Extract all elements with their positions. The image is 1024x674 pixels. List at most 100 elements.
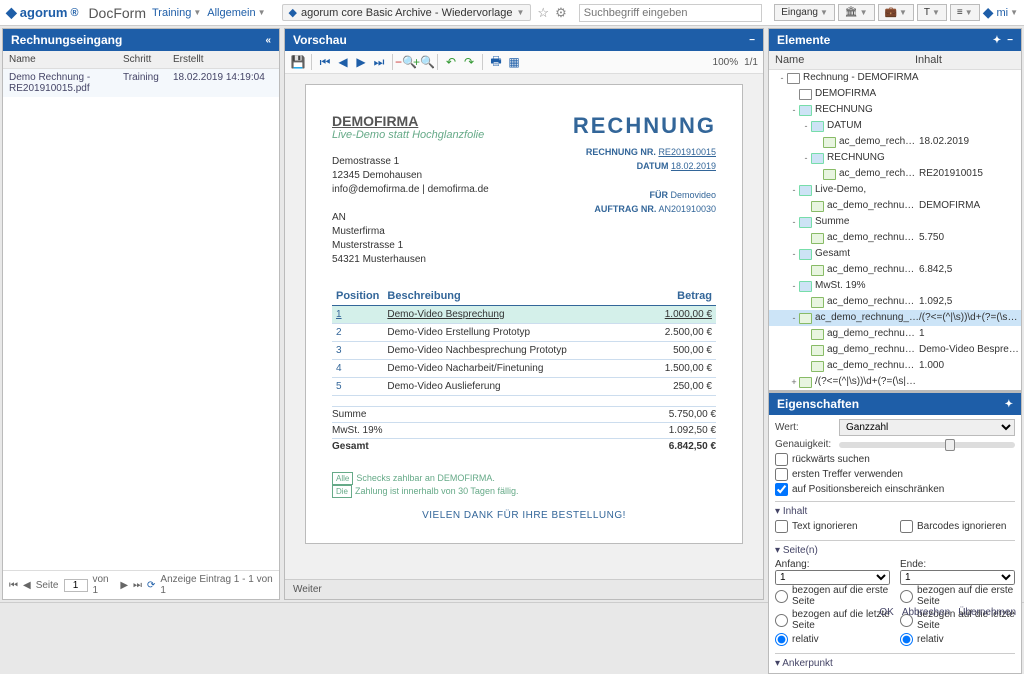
tree-row[interactable]: -ac_demo_rechnung_positionen/(?<=(^|\s))… bbox=[769, 310, 1021, 326]
doc-items-table: Position Beschreibung Betrag 1Demo-Video… bbox=[332, 287, 716, 396]
search-input[interactable] bbox=[579, 4, 763, 22]
zoom-in-icon[interactable]: +🔍 bbox=[416, 54, 432, 70]
anfang-select[interactable]: 1 bbox=[775, 570, 890, 585]
rotate-left-icon[interactable]: ↶ bbox=[443, 54, 459, 70]
zoom-out-icon[interactable]: −🔍 bbox=[398, 54, 414, 70]
logo-button[interactable]: ◆ bbox=[983, 4, 994, 21]
page-next-icon[interactable]: ▶ bbox=[120, 580, 128, 591]
chk-positionsbereich[interactable] bbox=[775, 483, 788, 496]
tree-row[interactable]: -Rechnung - DEMOFIRMA bbox=[769, 70, 1021, 86]
page-first-icon[interactable]: ⏮ bbox=[9, 580, 18, 591]
tree-row[interactable]: ag_demo_rechnung_pos_bezeichnungDemo-Vid… bbox=[769, 342, 1021, 358]
tree-row[interactable]: ac_demo_rechnung_datum18.02.2019 bbox=[769, 134, 1021, 150]
col-step[interactable]: Schritt bbox=[123, 54, 173, 65]
minimize-icon[interactable]: − bbox=[1007, 35, 1013, 46]
tree-row[interactable]: ac_demo_rechnung_kreditorDEMOFIRMA bbox=[769, 198, 1021, 214]
breadcrumb[interactable]: ◆ agorum core Basic Archive - Wiedervorl… bbox=[282, 4, 532, 21]
weiter-button[interactable]: Weiter bbox=[285, 579, 763, 599]
tree-row[interactable]: -RECHNUNG bbox=[769, 150, 1021, 166]
page-input[interactable] bbox=[64, 579, 88, 592]
text-button[interactable]: T▼ bbox=[917, 4, 947, 21]
tree-toggle-icon[interactable]: - bbox=[789, 247, 799, 261]
cancel-button[interactable]: Abbrechen bbox=[902, 607, 950, 618]
chk-text-ignorieren[interactable] bbox=[775, 520, 788, 533]
fieldset-ankerpunkt[interactable]: ▾ Ankerpunkt bbox=[775, 658, 1015, 669]
tree-row[interactable]: +/(?<=(^|\s))\d+(?=(\s|$))/ bbox=[769, 374, 1021, 390]
tree-row[interactable]: ac_demo_rechnung_pos_betrag1.000 bbox=[769, 358, 1021, 374]
table-row[interactable]: Demo Rechnung - RE201910015.pdfTraining1… bbox=[3, 69, 279, 97]
tree-row[interactable]: -MwSt. 19% bbox=[769, 278, 1021, 294]
radio-anfang-erste[interactable] bbox=[775, 590, 788, 603]
apply-button[interactable]: Übernehmen bbox=[958, 607, 1016, 618]
help-icon[interactable]: ✦ bbox=[993, 35, 1001, 46]
menu-allgemein[interactable]: Allgemein▼ bbox=[207, 7, 265, 19]
page-prev-icon[interactable]: ◀ bbox=[23, 580, 31, 591]
briefcase-button[interactable]: 💼▼ bbox=[878, 4, 914, 21]
refresh-icon[interactable]: ⟳ bbox=[147, 580, 155, 591]
ok-button[interactable]: OK bbox=[879, 607, 893, 618]
tree-row[interactable]: ac_demo_rechnung_betrag_netto5.750 bbox=[769, 230, 1021, 246]
wert-select[interactable]: Ganzzahl bbox=[839, 419, 1015, 436]
eingang-button[interactable]: Eingang▼ bbox=[774, 4, 835, 21]
tree-row[interactable]: -RECHNUNG bbox=[769, 102, 1021, 118]
building-button[interactable]: 🏛▼ bbox=[838, 4, 875, 21]
gear-icon[interactable]: ⚙ bbox=[555, 5, 567, 21]
save-icon[interactable]: 💾 bbox=[290, 54, 306, 70]
prev-page-icon[interactable]: ◀ bbox=[335, 54, 351, 70]
tree-toggle-icon[interactable]: - bbox=[789, 279, 799, 293]
grid-icon[interactable]: ▦ bbox=[506, 54, 522, 70]
tree-toggle-icon[interactable]: - bbox=[789, 215, 799, 229]
tree-row[interactable]: DEMOFIRMA bbox=[769, 86, 1021, 102]
minimize-icon[interactable]: − bbox=[749, 35, 755, 46]
tree-row[interactable]: ac_demo_rechnung_betrag_mwst1.092,5 bbox=[769, 294, 1021, 310]
next-page-icon[interactable]: ▶ bbox=[353, 54, 369, 70]
radio-anfang-letzte[interactable] bbox=[775, 614, 788, 627]
first-page-icon[interactable]: ⏮ bbox=[317, 54, 333, 70]
field-icon bbox=[811, 297, 824, 308]
tree-row[interactable]: -DATUM bbox=[769, 118, 1021, 134]
radio-anfang-relativ[interactable] bbox=[775, 633, 788, 646]
list-button[interactable]: ≡▼ bbox=[950, 4, 980, 21]
tree-toggle-icon[interactable]: - bbox=[777, 71, 787, 85]
tree-row[interactable]: -Summe bbox=[769, 214, 1021, 230]
col-name[interactable]: Name bbox=[9, 54, 123, 65]
column-headers: Name Inhalt bbox=[769, 51, 1021, 70]
fieldset-inhalt[interactable]: ▾ Inhalt bbox=[775, 506, 1015, 517]
col-name[interactable]: Name bbox=[775, 54, 915, 66]
user-menu[interactable]: mi▼ bbox=[996, 7, 1018, 19]
page-last-icon[interactable]: ⏭ bbox=[133, 580, 142, 591]
chk-barcodes-ignorieren[interactable] bbox=[900, 520, 913, 533]
tree-row[interactable]: ac_demo_rechnung_nummerRE201910015 bbox=[769, 166, 1021, 182]
tree-row[interactable]: -Gesamt bbox=[769, 246, 1021, 262]
th-position: Position bbox=[332, 287, 383, 306]
genauigkeit-slider[interactable] bbox=[839, 442, 1015, 448]
tree-toggle-icon[interactable]: - bbox=[789, 311, 799, 325]
print-icon[interactable]: 🖶 bbox=[488, 54, 504, 70]
tree-toggle-icon[interactable]: + bbox=[789, 375, 799, 389]
ankerpunkt-grid bbox=[775, 672, 1015, 673]
tree-row[interactable]: ac_demo_rechnung_betrag_brutto6.842,5 bbox=[769, 262, 1021, 278]
menu-training[interactable]: Training▼ bbox=[152, 7, 201, 19]
star-icon[interactable]: ☆ bbox=[537, 5, 549, 21]
preview-body[interactable]: DEMOFIRMA Live-Demo statt Hochglanzfolie… bbox=[285, 74, 763, 579]
chk-ersten-treffer[interactable] bbox=[775, 468, 788, 481]
radio-ende-erste[interactable] bbox=[900, 590, 913, 603]
ende-select[interactable]: 1 bbox=[900, 570, 1015, 585]
chk-rueckwaerts[interactable] bbox=[775, 453, 788, 466]
field-icon bbox=[811, 361, 824, 372]
tree-toggle-icon[interactable]: - bbox=[801, 151, 811, 165]
last-page-icon[interactable]: ⏭ bbox=[371, 54, 387, 70]
tree-row[interactable]: ag_demo_rechnung_pos_nummer1 bbox=[769, 326, 1021, 342]
doc-tagline: Live-Demo statt Hochglanzfolie bbox=[332, 129, 489, 141]
collapse-icon[interactable]: « bbox=[265, 35, 271, 46]
tree-toggle-icon[interactable]: - bbox=[789, 183, 799, 197]
tree-row[interactable]: -Live-Demo, bbox=[769, 182, 1021, 198]
radio-ende-relativ[interactable] bbox=[900, 633, 913, 646]
tree-toggle-icon[interactable]: - bbox=[801, 119, 811, 133]
fieldset-seiten[interactable]: ▾ Seite(n) bbox=[775, 545, 1015, 556]
col-inhalt[interactable]: Inhalt bbox=[915, 54, 1015, 66]
tree-toggle-icon[interactable]: - bbox=[789, 103, 799, 117]
rotate-right-icon[interactable]: ↷ bbox=[461, 54, 477, 70]
col-created[interactable]: Erstellt bbox=[173, 54, 273, 65]
help-icon[interactable]: ✦ bbox=[1005, 399, 1013, 410]
